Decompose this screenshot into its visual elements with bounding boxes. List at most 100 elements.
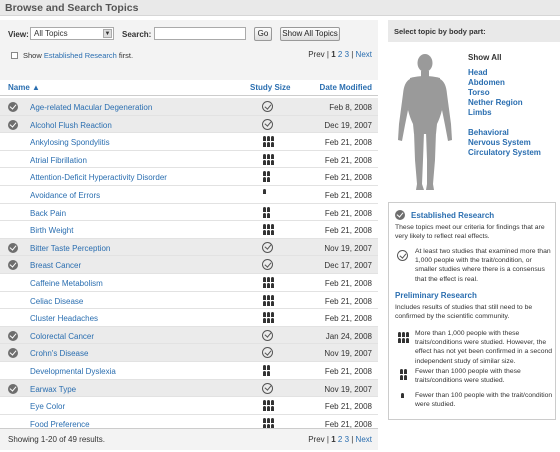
view-label: View: xyxy=(8,30,29,39)
topic-name-link[interactable]: Age-related Macular Degeneration xyxy=(30,103,152,112)
body-panel-header: Select topic by body part: xyxy=(388,20,560,42)
body-link-limbs[interactable]: Limbs xyxy=(468,108,541,118)
table-row[interactable]: Eye Color Feb 21, 2008 xyxy=(0,397,378,415)
date-modified: Nov 19, 2007 xyxy=(324,349,372,359)
page-link-3[interactable]: 3 xyxy=(345,435,349,444)
topic-name-link[interactable]: Colorectal Cancer xyxy=(30,332,94,341)
topic-name-link[interactable]: Ankylosing Spondylitis xyxy=(30,138,110,147)
body-link-torso[interactable]: Torso xyxy=(468,88,541,98)
established-first-label: Show Established Research first. xyxy=(23,51,133,60)
page-link-2[interactable]: 2 xyxy=(338,50,342,59)
body-link-behavioral[interactable]: Behavioral xyxy=(468,128,541,138)
prev-link[interactable]: Prev xyxy=(308,435,324,444)
established-first-checkbox[interactable] xyxy=(11,52,18,59)
body-link-nether-region[interactable]: Nether Region xyxy=(468,98,541,108)
study-size-check-icon xyxy=(262,241,276,254)
topic-name-link[interactable]: Alcohol Flush Reaction xyxy=(30,121,112,130)
table-row[interactable]: Cluster Headaches Feb 21, 2008 xyxy=(0,309,378,327)
many-people-icon xyxy=(262,276,276,289)
topic-name-link[interactable]: Crohn's Disease xyxy=(30,349,88,358)
show-all-link[interactable]: Show All xyxy=(468,53,501,62)
table-row[interactable]: Earwax Type Nov 19, 2007 xyxy=(0,379,378,398)
study-size-check-icon xyxy=(262,382,276,395)
established-research-title[interactable]: Established Research xyxy=(411,211,494,220)
study-size-check-icon xyxy=(262,118,276,131)
table-row[interactable]: Birth Weight Feb 21, 2008 xyxy=(0,221,378,239)
column-study-size[interactable]: Study Size xyxy=(250,83,290,92)
topic-name-link[interactable]: Caffeine Metabolism xyxy=(30,279,103,288)
table-row[interactable]: Attention-Deficit Hyperactivity Disorder… xyxy=(0,168,378,186)
date-modified: Feb 21, 2008 xyxy=(324,278,372,288)
date-modified: Feb 21, 2008 xyxy=(324,173,372,183)
body-right-leg xyxy=(426,132,436,190)
many-people-icon xyxy=(262,153,276,166)
topic-name-link[interactable]: Back Pain xyxy=(30,209,66,218)
table-row[interactable]: Back Pain Feb 21, 2008 xyxy=(0,203,378,222)
body-head-region xyxy=(417,54,433,72)
column-date-modified[interactable]: Date Modified xyxy=(320,83,372,92)
date-modified: Feb 21, 2008 xyxy=(324,226,372,236)
view-select[interactable]: All Topics ▼ xyxy=(30,27,114,40)
pagination-bottom: Prev | 1 2 3 | Next xyxy=(308,435,372,444)
table-row[interactable]: Atrial Fibrillation Feb 21, 2008 xyxy=(0,150,378,169)
established-check-icon xyxy=(8,242,18,253)
show-all-topics-button[interactable]: Show All Topics xyxy=(280,27,340,41)
body-link-abdomen[interactable]: Abdomen xyxy=(468,78,541,88)
established-criteria-text: At least two studies that examined more … xyxy=(415,248,551,283)
filter-bar: View: All Topics ▼ Search: Go Show All T… xyxy=(0,20,378,80)
table-row[interactable]: Breast Cancer Dec 17, 2007 xyxy=(0,256,378,274)
page-link-3[interactable]: 3 xyxy=(345,50,349,59)
established-research-link[interactable]: Established Research xyxy=(44,51,117,60)
topic-name-link[interactable]: Earwax Type xyxy=(30,385,76,394)
topic-name-link[interactable]: Atrial Fibrillation xyxy=(30,156,87,165)
few-people-icon xyxy=(262,171,276,183)
many-people-icon xyxy=(262,312,276,324)
table-row[interactable]: Bitter Taste Perception Nov 19, 2007 xyxy=(0,238,378,257)
date-modified: Feb 8, 2008 xyxy=(329,103,372,112)
go-button[interactable]: Go xyxy=(254,27,272,41)
chevron-down-icon: ▼ xyxy=(103,29,112,38)
table-row[interactable]: Crohn's Disease Nov 19, 2007 xyxy=(0,344,378,362)
preliminary-research-title[interactable]: Preliminary Research xyxy=(395,291,477,300)
table-row[interactable]: Colorectal Cancer Jan 24, 2008 xyxy=(0,326,378,345)
search-input[interactable] xyxy=(154,27,246,40)
body-figure-map[interactable] xyxy=(390,52,460,192)
topic-name-link[interactable]: Developmental Dyslexia xyxy=(30,367,116,376)
column-name-sort[interactable]: Name ▲ xyxy=(8,83,40,92)
table-footer: Showing 1-20 of 49 results. Prev | 1 2 3… xyxy=(0,428,378,450)
prev-link[interactable]: Prev xyxy=(308,50,324,59)
next-link[interactable]: Next xyxy=(356,435,372,444)
many-people-icon xyxy=(262,224,276,236)
page-link-1[interactable]: 1 xyxy=(331,50,335,59)
study-size-check-icon xyxy=(262,101,276,113)
page-link-2[interactable]: 2 xyxy=(338,435,342,444)
date-modified: Nov 19, 2007 xyxy=(324,243,372,253)
table-row[interactable]: Ankylosing Spondylitis Feb 21, 2008 xyxy=(0,133,378,151)
topic-name-link[interactable]: Breast Cancer xyxy=(30,261,81,270)
topic-name-link[interactable]: Attention-Deficit Hyperactivity Disorder xyxy=(30,173,167,182)
few-people-icon xyxy=(262,364,276,377)
topic-name-link[interactable]: Birth Weight xyxy=(30,226,73,235)
table-row[interactable]: Developmental Dyslexia Feb 21, 2008 xyxy=(0,361,378,380)
topic-name-link[interactable]: Cluster Headaches xyxy=(30,314,98,323)
date-modified: Dec 19, 2007 xyxy=(324,120,372,130)
established-description: These topics meet our criteria for findi… xyxy=(395,224,545,241)
preliminary-description: Includes results of studies that still n… xyxy=(395,304,533,321)
date-modified: Feb 21, 2008 xyxy=(324,138,372,148)
topic-name-link[interactable]: Bitter Taste Perception xyxy=(30,244,110,253)
body-link-nervous-system[interactable]: Nervous System xyxy=(468,138,541,148)
body-link-circulatory-system[interactable]: Circulatory System xyxy=(468,148,541,158)
study-size-check-icon xyxy=(397,250,408,261)
table-row[interactable]: Caffeine Metabolism Feb 21, 2008 xyxy=(0,273,378,292)
topic-name-link[interactable]: Eye Color xyxy=(30,402,65,411)
few-people-text: Fewer than 1000 people with these traits… xyxy=(415,368,521,385)
table-row[interactable]: Avoidance of Errors Feb 21, 2008 xyxy=(0,185,378,204)
body-link-head[interactable]: Head xyxy=(468,68,541,78)
next-link[interactable]: Next xyxy=(356,50,372,59)
topic-name-link[interactable]: Celiac Disease xyxy=(30,297,83,306)
table-row[interactable]: Celiac Disease Feb 21, 2008 xyxy=(0,291,378,310)
topic-name-link[interactable]: Avoidance of Errors xyxy=(30,191,100,200)
table-row[interactable]: Alcohol Flush Reaction Dec 19, 2007 xyxy=(0,115,378,134)
table-row[interactable]: Age-related Macular Degeneration Feb 8, 2… xyxy=(0,98,378,116)
page-link-1[interactable]: 1 xyxy=(331,435,335,444)
